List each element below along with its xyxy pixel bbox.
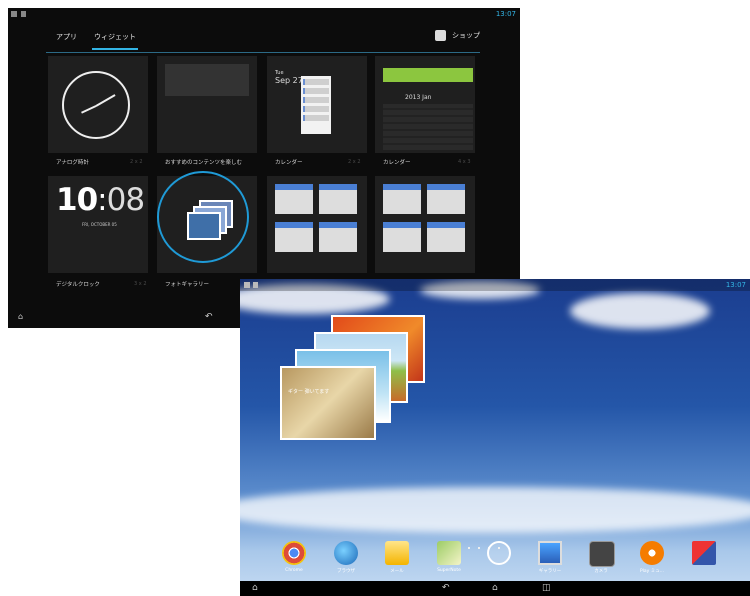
widget-label: アナログ時計: [56, 160, 89, 166]
photo-caption: ギター 弾いてます: [288, 389, 330, 395]
dock-label: メール: [390, 569, 404, 574]
globe-icon[interactable]: [334, 541, 358, 565]
app-drawer-icon[interactable]: [487, 541, 511, 565]
widget-size: 2 x 2: [348, 159, 361, 165]
dock-label: カメラ: [594, 569, 608, 574]
widget-size: 3 x 2: [134, 281, 147, 287]
calendar-month: 2013 Jan: [405, 94, 432, 101]
file-notification-icon: [253, 282, 258, 288]
dock-label: Chrome: [285, 568, 303, 573]
selection-highlight: [157, 171, 249, 263]
asus-icon[interactable]: [692, 541, 716, 565]
home-button-icon[interactable]: ⌂: [492, 583, 498, 593]
widget-analog-clock[interactable]: [48, 56, 148, 153]
home-icon[interactable]: ⌂: [18, 312, 23, 321]
shopping-bag-icon: [435, 30, 446, 41]
bookmark-thumbnails: [383, 184, 467, 262]
dock-label: ブラウザ: [337, 569, 355, 574]
recent-apps-icon[interactable]: ◫: [542, 583, 551, 593]
status-time: 13:07: [725, 281, 746, 289]
widget-bookmarks[interactable]: [375, 176, 475, 273]
cloud: [570, 293, 710, 329]
gallery-icon[interactable]: [538, 541, 562, 565]
file-notification-icon: [21, 11, 26, 17]
screenshot-notification-icon: [11, 11, 17, 17]
dock-label: Play ミュ...: [639, 569, 665, 574]
cloud: [240, 487, 750, 533]
widget-label: カレンダー: [383, 160, 411, 166]
widget-digital-clock[interactable]: 10:08 FRI, OCTOBER 05: [48, 176, 148, 273]
widget-label: おすすめのコンテンツを楽しむ: [165, 160, 243, 166]
chrome-icon[interactable]: [282, 541, 306, 565]
back-icon[interactable]: ↶: [442, 583, 450, 593]
home-icon[interactable]: ⌂: [252, 583, 258, 593]
shop-label: ショップ: [452, 31, 480, 40]
digital-clock-time: 10:08: [56, 182, 145, 218]
picker-tabs: アプリ ウィジェット ショップ: [46, 28, 480, 53]
tab-apps[interactable]: アプリ: [54, 32, 79, 48]
digital-clock-date: FRI, OCTOBER 05: [82, 222, 117, 227]
navigation-bar: ⌂ ↶ ⌂ ◫: [240, 581, 750, 596]
email-icon[interactable]: [385, 541, 409, 565]
widget-browser-bookmarks[interactable]: [267, 176, 367, 273]
status-time: 13:07: [495, 10, 516, 18]
widget-label: フォトギャラリー: [165, 282, 210, 288]
dock-label: ギャラリー: [538, 569, 562, 574]
status-bar: 13:07: [8, 8, 520, 22]
widget-size: 4 x 3: [458, 159, 471, 165]
calendar-date: Tue Sep 27: [275, 70, 303, 85]
back-icon[interactable]: ↶: [205, 312, 213, 322]
calendar-header-bar: [383, 68, 473, 82]
tab-widgets[interactable]: ウィジェット: [92, 32, 138, 50]
widget-size: 2 x 2: [130, 159, 143, 165]
widget-recommended-content[interactable]: [157, 56, 257, 153]
calendar-events: [301, 76, 331, 134]
widget-label: カレンダー: [275, 160, 303, 166]
music-icon[interactable]: [640, 541, 664, 565]
bookmark-thumbnails: [275, 184, 359, 262]
dock-label: SuperNote: [437, 568, 461, 573]
shop-button[interactable]: ショップ: [435, 30, 480, 41]
widget-calendar-small[interactable]: Tue Sep 27: [267, 56, 367, 153]
photo-widget[interactable]: ギター 弾いてます: [280, 366, 376, 440]
screenshot-notification-icon: [244, 282, 250, 288]
widget-label: デジタルクロック: [56, 282, 100, 288]
widget-calendar-large[interactable]: 2013 Jan: [375, 56, 475, 153]
widget-preview: [48, 56, 148, 153]
home-screen: 13:07 ギター 弾いてます Chrome ブラウザ メール SuperNot…: [240, 279, 750, 596]
notes-icon[interactable]: [437, 541, 461, 565]
camera-icon[interactable]: [589, 541, 615, 567]
calendar-grid: [383, 104, 473, 150]
analog-clock-icon: [62, 71, 130, 139]
status-bar: 13:07: [240, 279, 750, 291]
play-store-icon: [165, 64, 249, 96]
